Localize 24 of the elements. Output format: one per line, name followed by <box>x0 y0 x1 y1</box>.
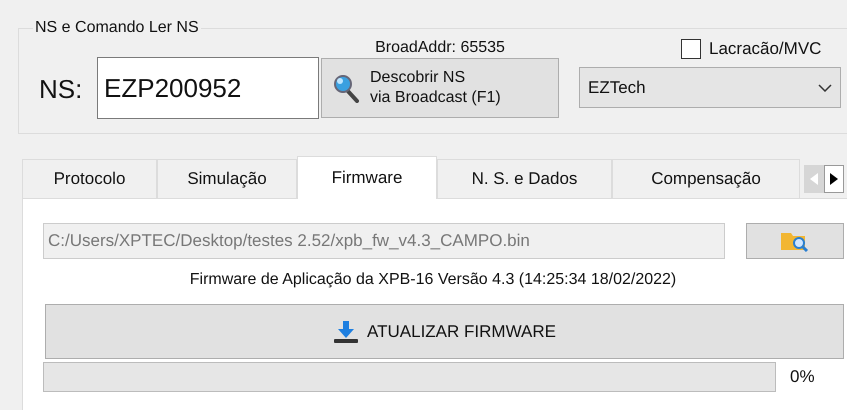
search-icon <box>332 73 360 103</box>
download-icon <box>333 320 360 344</box>
tab[interactable]: Simulação <box>157 159 297 198</box>
tab[interactable]: Compensação <box>612 159 800 198</box>
firmware-info: Firmware de Aplicação da XPB-16 Versão 4.3 (14:25:34 18/02/2022) <box>190 270 676 290</box>
chevron-icon <box>818 84 832 92</box>
discover-button[interactable]: Descobrir NS via Broadcast (F1) <box>321 58 559 118</box>
left-arrow-icon <box>810 172 818 184</box>
brand-dropdown[interactable]: EZTech <box>579 67 841 108</box>
ns-label: NS: <box>39 74 84 104</box>
file-path-field[interactable]: C:/Users/XPTEC/Desktop/testes 2.52/xpb_fw_v4.3_CAMPO.bin <box>43 223 725 259</box>
progress-reading: 0% <box>790 366 815 388</box>
browse-button[interactable] <box>746 223 844 259</box>
scroll-right-button[interactable] <box>824 164 844 192</box>
right-arrow-icon <box>830 172 838 184</box>
ns-field[interactable]: EZP200952 <box>97 57 319 119</box>
checkbox[interactable] <box>681 39 701 59</box>
checkbox-label: Lacracão/MVC <box>709 38 822 60</box>
tab[interactable]: N. S. e Dados <box>437 159 612 198</box>
update-firmware-button[interactable]: ATUALIZAR FIRMWARE <box>45 304 844 359</box>
broadcast-address: BroadAddr: 65535 <box>375 38 505 58</box>
tab[interactable]: Firmware <box>297 156 437 199</box>
folder-search-icon <box>780 230 810 252</box>
tab[interactable]: Protocolo <box>22 159 157 198</box>
